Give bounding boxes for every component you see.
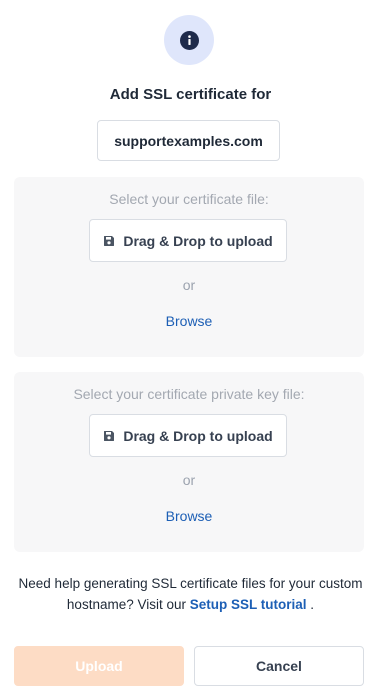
private-key-or-text: or [182, 472, 196, 488]
upload-button[interactable]: Upload [14, 646, 184, 686]
certificate-dropzone-button[interactable]: Drag & Drop to upload [89, 219, 287, 262]
save-icon [104, 430, 115, 441]
help-text-end: . [310, 597, 315, 612]
private-key-browse-link[interactable]: Browse [14, 508, 364, 524]
private-key-dropzone-label: Drag & Drop to upload [123, 427, 273, 444]
certificate-file-label: Select your certificate file: [109, 191, 269, 207]
certificate-or-text: or [182, 277, 196, 293]
certificate-file-panel: Select your certificate file: Drag & Dro… [14, 177, 364, 357]
hostname-display: supportexamples.com [97, 120, 280, 161]
save-icon [104, 235, 115, 246]
setup-ssl-tutorial-link[interactable]: Setup SSL tutorial [190, 597, 307, 612]
info-badge [164, 15, 214, 65]
info-icon [179, 30, 199, 50]
private-key-panel: Select your certificate private key file… [14, 372, 364, 552]
help-text: Need help generating SSL certificate fil… [0, 573, 381, 615]
certificate-dropzone-label: Drag & Drop to upload [123, 232, 273, 249]
modal-title: Add SSL certificate for [109, 86, 272, 103]
private-key-dropzone-button[interactable]: Drag & Drop to upload [89, 414, 287, 457]
private-key-label: Select your certificate private key file… [73, 386, 305, 402]
cancel-button[interactable]: Cancel [194, 646, 364, 686]
certificate-browse-link[interactable]: Browse [14, 313, 364, 329]
